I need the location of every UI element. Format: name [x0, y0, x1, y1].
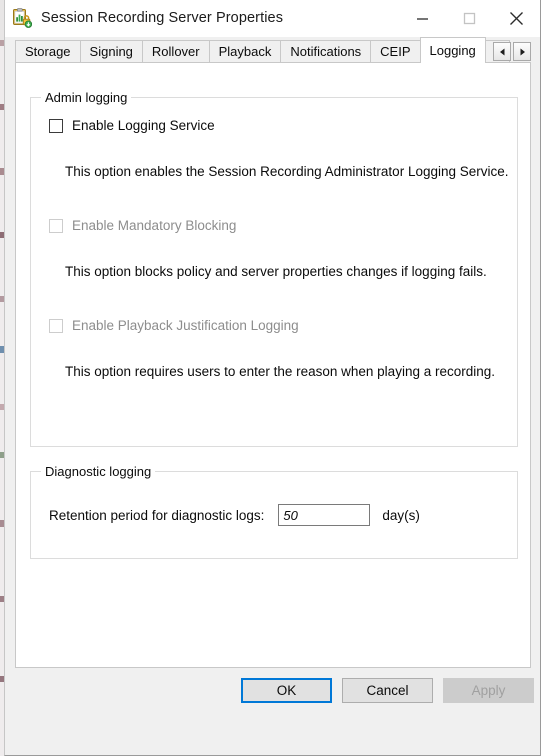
tab-strip: Storage Signing Rollover Playback Notifi…	[5, 37, 540, 63]
diagnostic-logging-legend: Diagnostic logging	[41, 464, 156, 479]
retention-period-label: Retention period for diagnostic logs:	[49, 507, 265, 523]
cancel-button[interactable]: Cancel	[342, 678, 433, 703]
diagnostic-logging-group: Diagnostic logging Retention period for …	[30, 464, 518, 559]
window-title: Session Recording Server Properties	[41, 10, 284, 26]
tab-playback[interactable]: Playback	[208, 40, 282, 63]
tab-rollover[interactable]: Rollover	[141, 40, 210, 63]
enable-playback-justification-label: Enable Playback Justification Logging	[72, 318, 299, 333]
session-recording-clipboard-lock-icon	[12, 8, 33, 28]
minimize-icon[interactable]	[399, 0, 446, 36]
enable-mandatory-blocking-checkbox	[49, 218, 63, 233]
tab-scroll-right-icon[interactable]	[513, 42, 531, 61]
dialog-footer: OK Cancel Apply	[5, 668, 540, 756]
apply-button: Apply	[443, 678, 534, 703]
tab-notifications[interactable]: Notifications	[280, 40, 372, 63]
enable-logging-service-row[interactable]: Enable Logging Service	[49, 118, 215, 133]
tab-signing[interactable]: Signing	[79, 40, 143, 63]
window-controls	[399, 0, 540, 36]
logging-tab-page: Admin logging Enable Logging Service Thi…	[15, 62, 531, 668]
close-icon[interactable]	[493, 0, 540, 36]
title-bar: Session Recording Server Properties	[5, 0, 540, 37]
enable-playback-justification-description: This option requires users to enter the …	[65, 364, 495, 379]
tab-storage[interactable]: Storage	[15, 40, 81, 63]
tab-scroll-buttons	[493, 42, 531, 61]
maximize-icon[interactable]	[446, 0, 493, 36]
enable-logging-service-label: Enable Logging Service	[72, 118, 215, 133]
enable-playback-justification-checkbox	[49, 318, 63, 333]
properties-dialog: Session Recording Server Properties Stor…	[4, 0, 541, 756]
ok-button[interactable]: OK	[241, 678, 332, 703]
enable-mandatory-blocking-row: Enable Mandatory Blocking	[49, 218, 236, 233]
retention-period-unit: day(s)	[382, 507, 420, 523]
admin-logging-group: Admin logging Enable Logging Service Thi…	[30, 90, 518, 447]
enable-mandatory-blocking-label: Enable Mandatory Blocking	[72, 218, 237, 233]
tab-logging[interactable]: Logging	[419, 37, 486, 63]
retention-period-row: Retention period for diagnostic logs: da…	[49, 504, 420, 526]
tab-ceip[interactable]: CEIP	[370, 40, 421, 63]
enable-logging-service-checkbox[interactable]	[49, 118, 63, 133]
enable-mandatory-blocking-description: This option blocks policy and server pro…	[65, 264, 487, 279]
tab-scroll-left-icon[interactable]	[493, 42, 511, 61]
enable-logging-service-description: This option enables the Session Recordin…	[65, 164, 509, 179]
enable-playback-justification-row: Enable Playback Justification Logging	[49, 318, 299, 333]
admin-logging-legend: Admin logging	[41, 90, 132, 105]
retention-period-input[interactable]	[278, 504, 371, 526]
